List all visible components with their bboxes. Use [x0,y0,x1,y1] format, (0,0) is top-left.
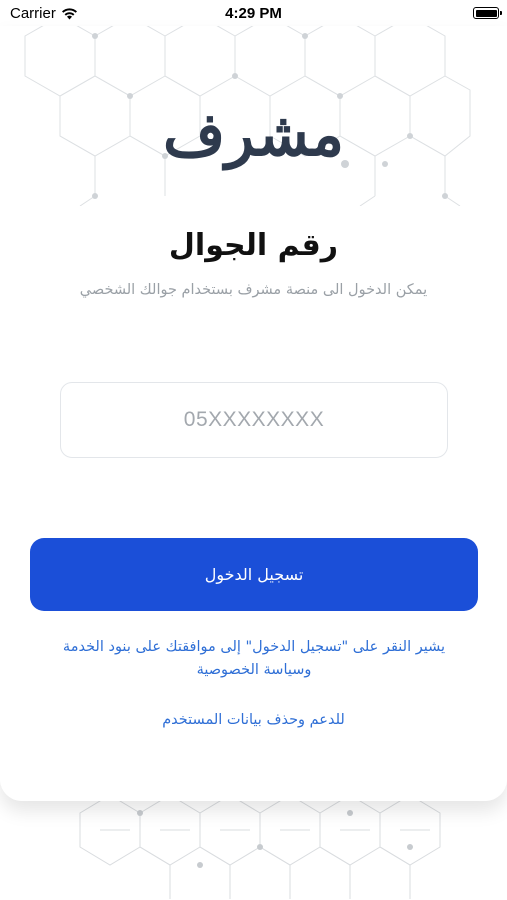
login-screen: Carrier 4:29 PM مشرف رقم الجوال يمكن الد… [0,0,507,900]
phone-number-input[interactable] [60,382,448,458]
status-left: Carrier [10,5,78,22]
battery-icon [473,7,502,19]
brand-logo: مشرف [163,100,344,170]
page-title: رقم الجوال [168,228,339,263]
page-subtitle: يمكن الدخول الى منصة مشرف بستخدام جوالك … [79,282,428,298]
support-link[interactable]: للدعم وحذف بيانات المستخدم [0,712,507,728]
privacy-link[interactable]: وسياسة الخصوصية [30,659,478,682]
carrier-label: Carrier [10,4,56,22]
wifi-icon [61,7,77,19]
status-bar: Carrier 4:29 PM [0,0,507,26]
terms-link[interactable]: يشير النقر على "تسجيل الدخول" إلى موافقت… [30,636,478,659]
hex-pattern-bottom [79,795,441,899]
login-button[interactable]: تسجيل الدخول [30,538,478,611]
battery-fill [475,9,497,17]
terms-notice: يشير النقر على "تسجيل الدخول" إلى موافقت… [30,636,478,682]
